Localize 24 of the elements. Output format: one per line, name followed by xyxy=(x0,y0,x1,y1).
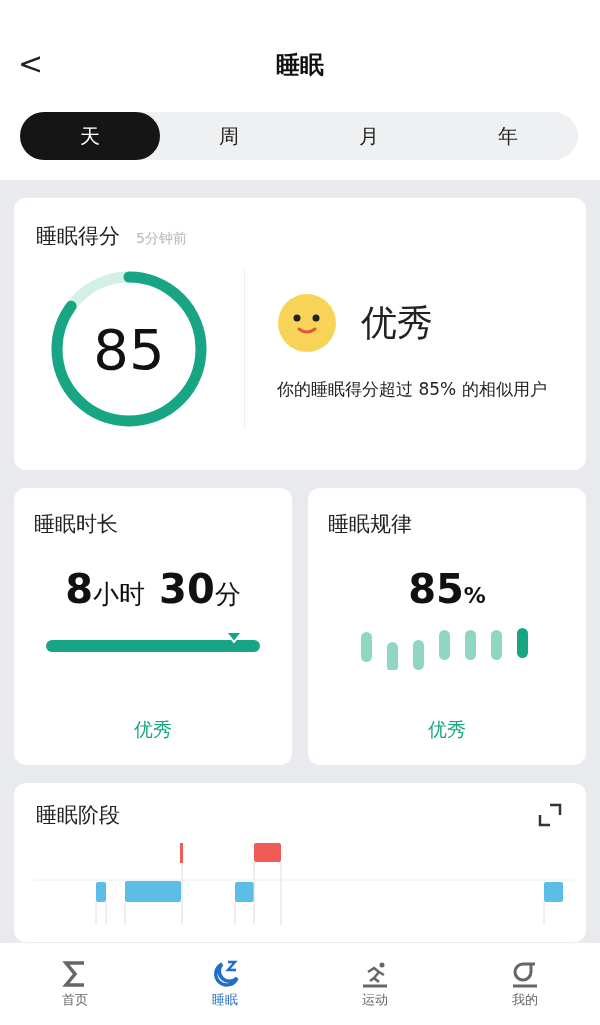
score-description: 你的睡眠得分超过 85% 的相似用户 xyxy=(277,378,548,401)
back-button[interactable]: < xyxy=(18,46,44,81)
updated-time: 5分钟前 xyxy=(136,230,187,248)
rating-text: 优秀 xyxy=(134,717,172,742)
nav-tab[interactable]: 我的 xyxy=(450,943,600,1025)
card-title: 睡眠阶段 xyxy=(36,802,120,829)
page-title: 睡眠 xyxy=(276,50,324,81)
period-tab[interactable]: 天 xyxy=(20,112,160,160)
nav-tab[interactable]: 首页 xyxy=(0,943,150,1025)
rating-text: 优秀 xyxy=(428,717,466,742)
rating-text: 优秀 xyxy=(361,300,433,345)
card-title: 睡眠得分 xyxy=(36,223,120,250)
smiley-icon xyxy=(277,293,337,353)
expand-icon[interactable] xyxy=(536,801,564,829)
nav-tab[interactable]: 运动 xyxy=(300,943,450,1025)
nav-tab[interactable]: 睡眠 xyxy=(150,943,300,1025)
score-value: 85 xyxy=(93,316,165,382)
period-tab[interactable]: 月 xyxy=(299,112,439,160)
regularity-value: 85% xyxy=(408,566,486,612)
period-tab[interactable]: 周 xyxy=(159,112,299,160)
period-tab[interactable]: 年 xyxy=(438,112,578,160)
duration-value: 8小时 30分 xyxy=(65,566,241,612)
card-title: 睡眠规律 xyxy=(328,511,412,538)
card-title: 睡眠时长 xyxy=(34,511,118,538)
